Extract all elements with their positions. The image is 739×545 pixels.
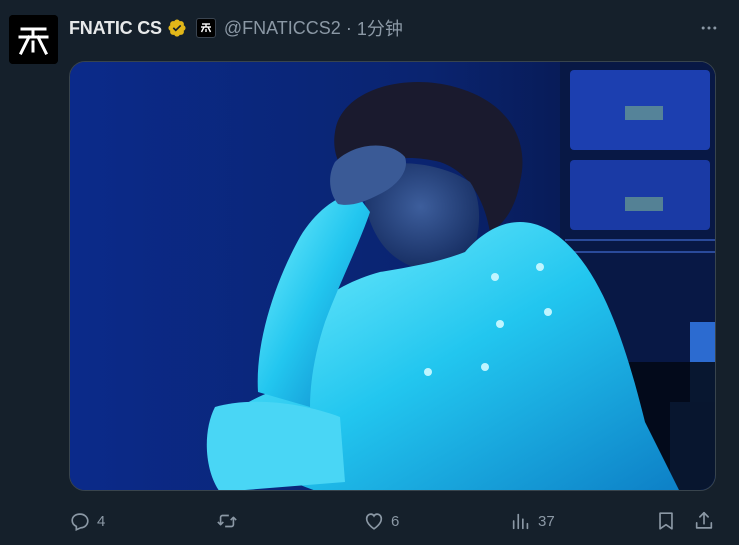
tweet-header: FNATIC CS @FNATICCS2 · 1分钟 xyxy=(69,14,699,42)
views-button[interactable]: 37 xyxy=(510,505,555,537)
bookmark-icon xyxy=(655,510,677,532)
fnatic-logo-icon xyxy=(9,15,58,64)
separator: · xyxy=(345,17,352,38)
display-name[interactable]: FNATIC CS xyxy=(69,18,162,39)
reply-count: 4 xyxy=(97,512,106,530)
more-options-icon[interactable] xyxy=(697,16,721,40)
tweet[interactable]: FNATIC CS @FNATICCS2 · 1分钟 4 6 37 xyxy=(0,0,739,545)
avatar[interactable] xyxy=(9,15,58,64)
retweet-icon xyxy=(216,510,238,532)
like-count: 6 xyxy=(391,512,400,530)
heart-icon xyxy=(363,510,385,532)
tweet-actions: 4 6 37 xyxy=(69,505,719,537)
handle[interactable]: @FNATICCS2 xyxy=(224,18,341,39)
views-chart-icon xyxy=(510,510,532,532)
chef-photo xyxy=(70,62,715,490)
reply-icon xyxy=(69,510,91,532)
views-count: 37 xyxy=(538,512,555,530)
share-icon xyxy=(693,510,715,532)
timestamp[interactable]: 1分钟 xyxy=(357,15,403,41)
bookmark-button[interactable] xyxy=(655,505,677,537)
affiliate-badge-icon[interactable] xyxy=(195,18,216,38)
verified-badge-icon[interactable] xyxy=(167,18,187,38)
retweet-button[interactable] xyxy=(216,505,244,537)
share-button[interactable] xyxy=(693,505,715,537)
like-button[interactable]: 6 xyxy=(363,505,399,537)
tweet-media-image[interactable] xyxy=(69,61,716,491)
reply-button[interactable]: 4 xyxy=(69,505,105,537)
